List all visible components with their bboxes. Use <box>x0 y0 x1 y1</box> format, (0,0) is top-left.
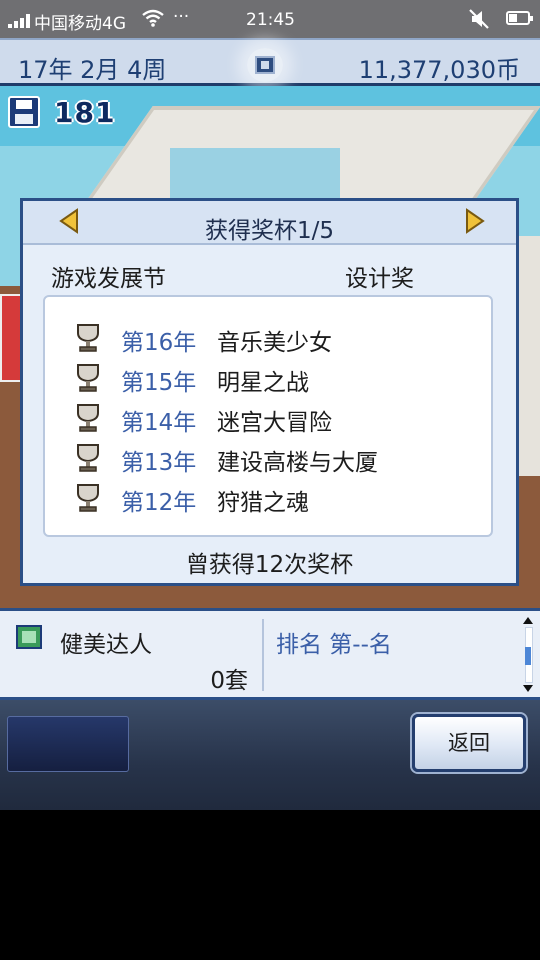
trophy-total: 曾获得12次奖杯 <box>185 552 354 578</box>
trophy-icon <box>77 484 99 512</box>
trophy-game: 狩猎之魂 <box>217 490 309 516</box>
trophy-game: 明星之战 <box>217 370 309 396</box>
status-time: 21:45 <box>246 10 295 30</box>
status-bar: 中国移动4G ··· 21:45 <box>0 0 540 38</box>
panel-scrollbar[interactable] <box>522 617 534 695</box>
trophy-icon <box>77 364 99 392</box>
trophy-row: 第14年 迷宫大冒险 <box>45 399 491 439</box>
more-indicator: ··· <box>173 7 190 27</box>
trophy-game: 建设高楼与大厦 <box>217 450 378 476</box>
dialog-title: 获得奖杯1/5 <box>204 218 334 244</box>
trophy-game: 迷宫大冒险 <box>217 410 332 436</box>
genre-count: 0套 <box>210 668 248 694</box>
money-display: 11,377,030币 <box>358 56 520 84</box>
game-header: 17年 2月 4周 11,377,030币 <box>0 38 540 86</box>
battery-icon <box>506 11 533 25</box>
mute-icon <box>469 9 489 29</box>
trophy-list: 第16年 音乐美少女 第15年 明星之战 第14年 迷宫大冒险 第13年 建设高… <box>43 295 493 537</box>
panel-divider <box>262 619 264 691</box>
trophy-row: 第13年 建设高楼与大厦 <box>45 439 491 479</box>
trophy-year: 第13年 <box>121 450 197 476</box>
back-button[interactable]: 返回 <box>412 714 526 772</box>
next-arrow-icon[interactable] <box>461 208 487 234</box>
genre-rank: 排名 第--名 <box>276 632 392 658</box>
game-date: 17年 2月 4周 <box>18 56 167 84</box>
trophy-dialog: 获得奖杯1/5 游戏发展节 设计奖 第16年 音乐美少女 第15年 明星之战 第… <box>20 198 519 586</box>
trophy-year: 第16年 <box>121 330 197 356</box>
carrier-label: 中国移动4G <box>34 14 126 34</box>
scroll-up-icon[interactable] <box>523 617 533 624</box>
save-icon[interactable] <box>8 96 40 128</box>
menu-slot-button[interactable] <box>7 716 129 772</box>
trophy-row: 第16年 音乐美少女 <box>45 319 491 359</box>
trophy-year: 第15年 <box>121 370 197 396</box>
genre-info-panel: 健美达人 0套 排名 第--名 <box>0 608 540 700</box>
control-bar: 返回 <box>0 700 540 810</box>
genre-title: 健美达人 <box>60 632 152 658</box>
trophy-icon <box>77 324 99 352</box>
trophy-icon <box>77 444 99 472</box>
scroll-down-icon[interactable] <box>523 685 533 692</box>
speed-toggle-button[interactable] <box>247 48 283 82</box>
scroll-thumb[interactable] <box>525 647 531 665</box>
trophy-row: 第15年 明星之战 <box>45 359 491 399</box>
event-name: 游戏发展节 <box>51 266 166 292</box>
trophy-year: 第14年 <box>121 410 197 436</box>
side-furniture <box>518 236 540 476</box>
trophy-icon <box>77 404 99 432</box>
signal-icon <box>8 12 32 28</box>
dialog-header: 获得奖杯1/5 <box>23 201 516 245</box>
trophy-game: 音乐美少女 <box>217 330 332 356</box>
trophy-row: 第12年 狩猎之魂 <box>45 479 491 519</box>
save-count: 181 <box>54 96 116 129</box>
award-name: 设计奖 <box>345 266 414 292</box>
trophy-year: 第12年 <box>121 490 197 516</box>
wifi-icon <box>142 9 164 27</box>
genre-icon <box>16 625 42 649</box>
